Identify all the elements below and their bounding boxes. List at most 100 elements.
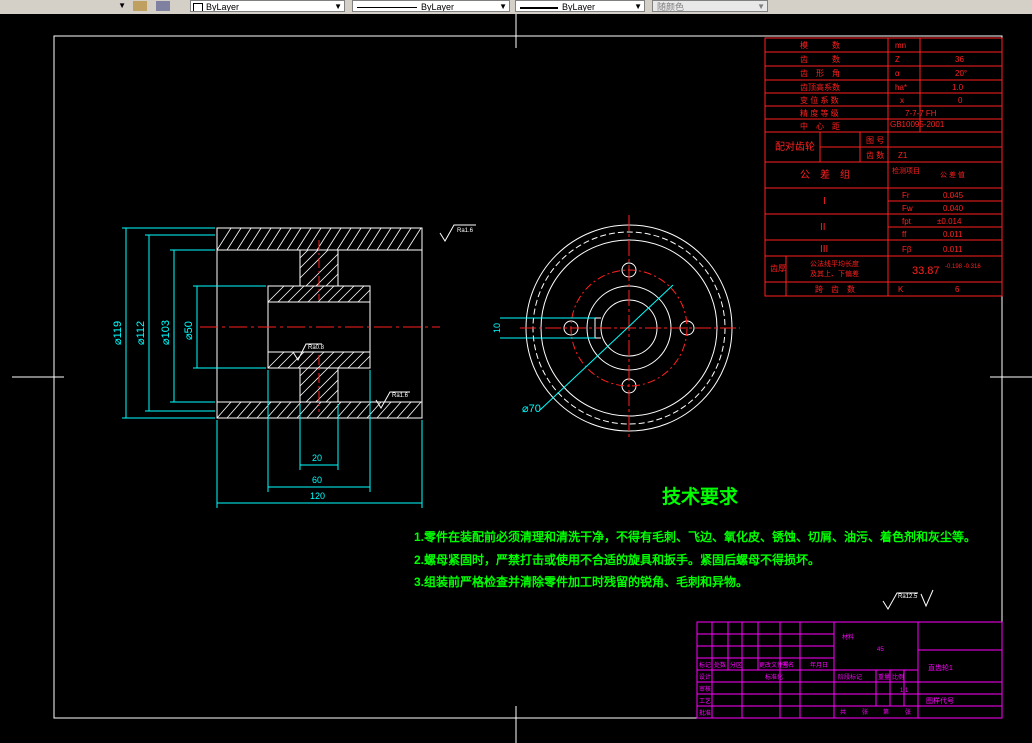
gt-row0-label: 模 数 bbox=[800, 40, 840, 50]
gt-row1-val: 36 bbox=[955, 55, 964, 64]
ra-top-label: Ra1.6 bbox=[457, 228, 474, 234]
tb-std: 标准化 bbox=[765, 673, 783, 681]
chevron-down-icon: ▼ bbox=[499, 2, 507, 11]
gt-row5-label: 精 度 等 级 bbox=[800, 108, 839, 118]
gt-mate-sub2: 齿 数 bbox=[866, 150, 884, 160]
lineweight-control[interactable]: ByLayer ▼ bbox=[515, 0, 645, 12]
gt-row4-val: 0 bbox=[958, 96, 963, 105]
gt-fr: Fr bbox=[902, 191, 910, 200]
gt-span-label: 跨 齿 数 bbox=[815, 284, 855, 294]
gt-row1-sym: Z bbox=[895, 55, 900, 64]
tb-sheet-1: 张 bbox=[862, 708, 868, 716]
gt-row6-val: GB10095-2001 bbox=[890, 120, 945, 129]
drawing-canvas[interactable]: ⌀119 ⌀112 ⌀103 ⌀50 20 60 120 Ra1.6 Ra0.8… bbox=[0, 14, 1032, 743]
gt-fr-val: 0.045 bbox=[943, 191, 964, 200]
gt-common-len: 公法线平均长度 bbox=[810, 259, 859, 268]
tech-title: 技术要求 bbox=[662, 485, 739, 508]
gt-tol-value: 公 差 值 bbox=[940, 170, 965, 179]
tb-mark-0: 标记 bbox=[699, 661, 711, 669]
tb-role-2: 工艺 bbox=[699, 697, 711, 705]
layer-icon[interactable] bbox=[133, 1, 147, 11]
gt-len-tol: -0.198 -0.316 bbox=[945, 264, 981, 270]
gt-ff: ff bbox=[902, 230, 907, 239]
tb-material-value: 45 bbox=[877, 647, 884, 653]
plotstyle-control[interactable]: 随颜色 ▼ bbox=[652, 0, 768, 12]
tb-drawing-no: 图样代号 bbox=[926, 696, 954, 705]
linetype-control[interactable]: ByLayer ▼ bbox=[352, 0, 510, 12]
gt-row4-sym: x bbox=[900, 96, 904, 105]
tb-mark-2: 分区 bbox=[730, 661, 742, 669]
tb-mark-4: 签名 bbox=[782, 661, 794, 669]
ra-hub-label: Ra0.8 bbox=[308, 345, 325, 351]
linetype-sample bbox=[357, 7, 417, 9]
gt-span-val: 6 bbox=[955, 285, 960, 294]
dim-d119: ⌀119 bbox=[112, 321, 124, 345]
tb-role-0: 设计 bbox=[699, 673, 711, 681]
cad-drawing: ⌀119 ⌀112 ⌀103 ⌀50 20 60 120 Ra1.6 Ra0.8… bbox=[12, 14, 1032, 743]
front-view: ⌀70 10 bbox=[492, 215, 740, 440]
tb-sheet-3: 张 bbox=[905, 708, 911, 716]
gt-fb-val: 0.011 bbox=[943, 245, 963, 254]
gt-len-val: 33.87 bbox=[912, 265, 940, 277]
gt-row1-label: 齿 数 bbox=[800, 54, 840, 64]
gt-row3-sym: ha* bbox=[895, 83, 907, 92]
dim-d112: ⌀112 bbox=[135, 321, 147, 345]
color-value: ByLayer bbox=[206, 2, 240, 12]
gt-row2-val: 20° bbox=[955, 69, 967, 78]
ra-side-label: Ra1.6 bbox=[392, 393, 409, 399]
gt-group3: III bbox=[820, 244, 828, 255]
dim-w60: 60 bbox=[312, 475, 322, 485]
gt-row2-sym: α bbox=[895, 69, 900, 78]
gt-group1: I bbox=[823, 196, 826, 207]
gt-fpt: fpt bbox=[902, 217, 912, 226]
gt-row3-val: 1.0 bbox=[952, 83, 964, 92]
tb-part-name: 直齿轮1 bbox=[928, 663, 953, 672]
dim-d50: ⌀50 bbox=[183, 321, 195, 340]
tb-sheet-2: 第 bbox=[883, 708, 889, 716]
gt-deviation: 及其上、下偏差 bbox=[810, 269, 859, 278]
linetype-value: ByLayer bbox=[421, 2, 455, 12]
chevron-down-icon: ▼ bbox=[334, 2, 342, 11]
ra-general-label: Ra12.5 bbox=[898, 594, 918, 600]
section-view: ⌀119 ⌀112 ⌀103 ⌀50 20 60 120 Ra1.6 Ra0.8… bbox=[112, 224, 476, 508]
dim-w20: 20 bbox=[312, 453, 322, 463]
color-control[interactable]: ByLayer ▼ bbox=[190, 0, 345, 12]
lineweight-value: ByLayer bbox=[562, 2, 596, 12]
gt-ff-val: 0.011 bbox=[943, 230, 963, 239]
technical-requirements: 技术要求 1.零件在装配前必须清理和清洗干净，不得有毛刺、飞边、氧化皮、锈蚀、切… bbox=[414, 485, 976, 610]
chevron-down-icon: ▼ bbox=[757, 2, 765, 11]
dim-d10: 10 bbox=[492, 323, 502, 333]
color-swatch-icon bbox=[193, 2, 203, 11]
dim-w120: 120 bbox=[310, 491, 325, 501]
title-block: 材料 45 直齿轮1 图样代号 1:1 标记 处数 分区 更改文件号 签名 年月… bbox=[696, 621, 1003, 719]
gt-mate-sub1: 图 号 bbox=[866, 136, 884, 145]
gt-fw: Fw bbox=[902, 204, 913, 213]
tb-ratio: 比例 bbox=[892, 673, 904, 681]
tb-role-3: 批准 bbox=[699, 709, 711, 717]
gt-tooth-thk: 齿厚 bbox=[770, 264, 786, 273]
dim-d70: ⌀70 bbox=[522, 403, 541, 415]
tb-scale: 1:1 bbox=[900, 688, 909, 694]
gt-row4-label: 变 位 系 数 bbox=[800, 95, 839, 105]
gt-group2: II bbox=[820, 222, 826, 233]
layer-arrow-button[interactable]: ▼ bbox=[114, 0, 128, 12]
gt-mate-z: Z1 bbox=[898, 151, 908, 160]
tech-item-1: 1.零件在装配前必须清理和清洗干净，不得有毛刺、飞边、氧化皮、锈蚀、切屑、油污、… bbox=[414, 529, 976, 544]
tech-item-3: 3.组装前严格检查并清除零件加工时残留的锐角、毛刺和异物。 bbox=[414, 574, 748, 589]
tb-material-label: 材料 bbox=[842, 633, 854, 641]
gt-row3-label: 齿顶高系数 bbox=[800, 82, 840, 92]
gt-row2-label: 齿 形 角 bbox=[800, 68, 840, 78]
gt-row5-val: 7-7-7 FH bbox=[905, 109, 937, 118]
gt-tol-group: 公 差 组 bbox=[800, 168, 850, 181]
layer-state-icon[interactable] bbox=[156, 1, 170, 11]
gear-parameter-table: 模 数 mn 齿 数 Z 36 齿 形 角 α 20° 齿顶高系数 ha* 1.… bbox=[764, 37, 1003, 297]
gt-check-item: 检测项目 bbox=[892, 166, 920, 175]
tech-item-2: 2.螺母紧固时，严禁打击或使用不合适的旋具和扳手。紧固后螺母不得损坏。 bbox=[414, 552, 820, 567]
tb-sheet-0: 共 bbox=[840, 708, 846, 716]
plotstyle-value: 随颜色 bbox=[657, 2, 685, 12]
properties-toolbar: ▼ ByLayer ▼ ByLayer ▼ ByLayer ▼ 随颜色 ▼ bbox=[0, 0, 1032, 15]
gt-fw-val: 0.040 bbox=[943, 204, 964, 213]
tb-weight: 重量 bbox=[878, 673, 890, 681]
chevron-down-icon: ▼ bbox=[634, 2, 642, 11]
gt-row6-label: 中 心 距 bbox=[800, 121, 840, 131]
